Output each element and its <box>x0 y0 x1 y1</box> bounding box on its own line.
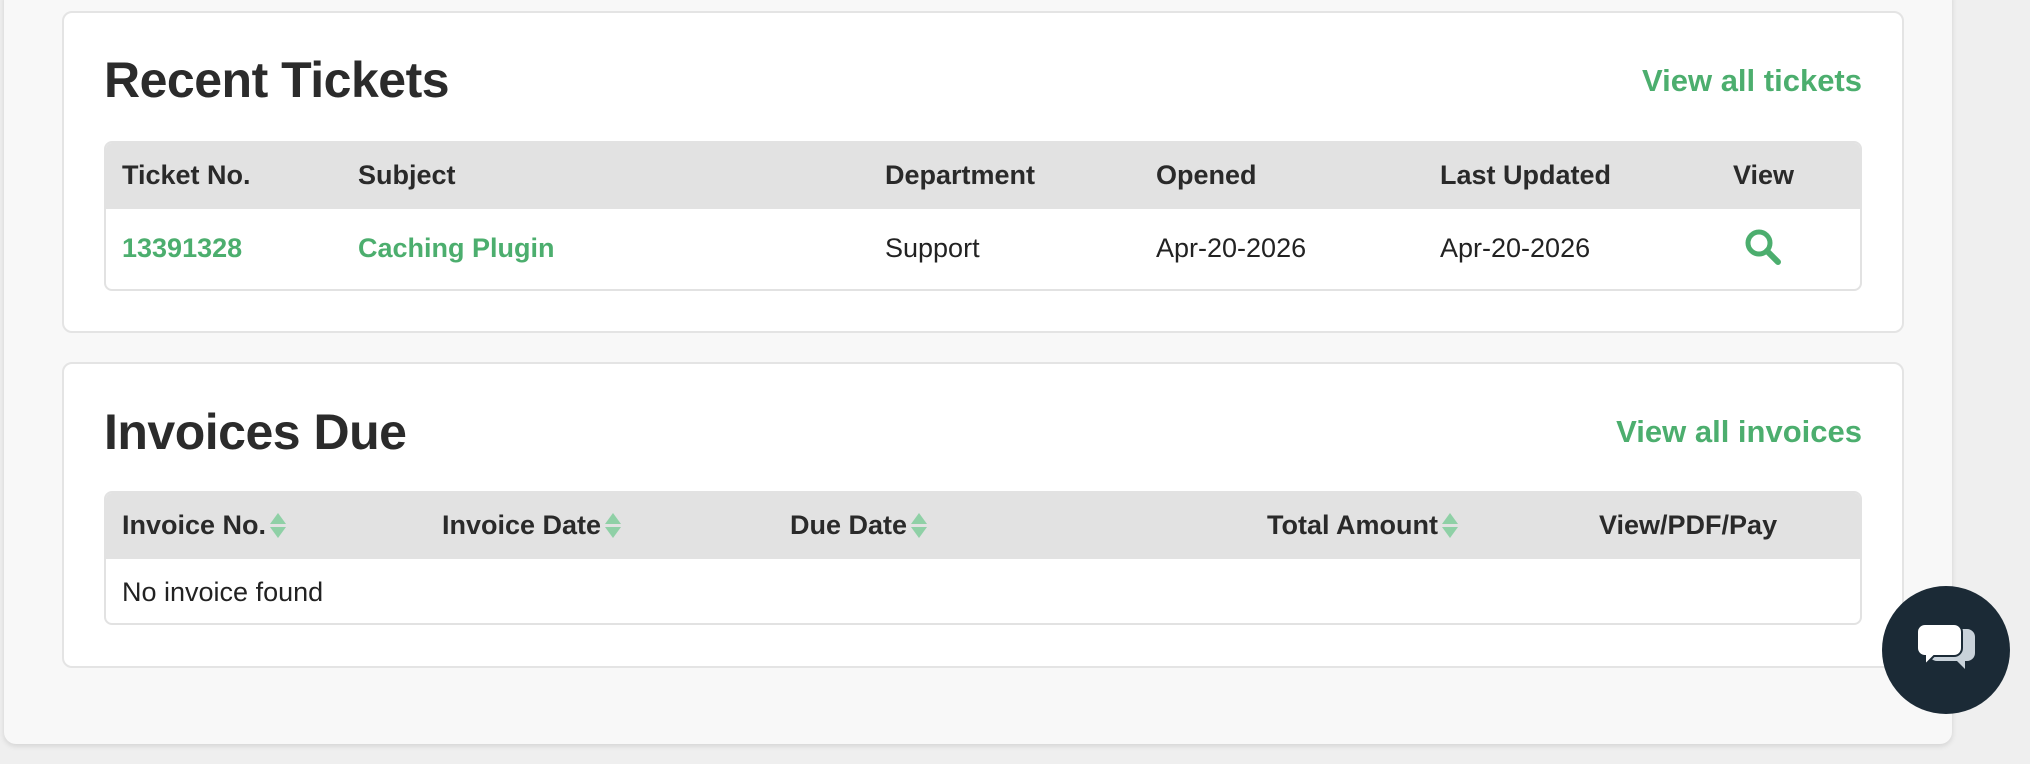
sort-icon[interactable] <box>605 512 622 540</box>
column-due-date[interactable]: Due Date <box>790 510 928 541</box>
view-all-invoices-link[interactable]: View all invoices <box>1616 414 1862 450</box>
column-due-date-label: Due Date <box>790 510 908 540</box>
column-opened: Opened <box>1156 160 1257 190</box>
column-last-updated: Last Updated <box>1440 160 1612 190</box>
tickets-table: Ticket No. Subject Department Opened Las… <box>104 141 1862 291</box>
column-total-amount[interactable]: Total Amount <box>1267 510 1458 541</box>
column-subject: Subject <box>358 160 456 190</box>
recent-tickets-card: Recent Tickets View all tickets Ticket N… <box>62 11 1904 333</box>
ticket-last-updated-date: Apr-20-2026 <box>1440 233 1591 263</box>
column-department: Department <box>885 160 1036 190</box>
recent-tickets-title: Recent Tickets <box>104 52 450 108</box>
empty-invoices-message: No invoice found <box>122 577 324 607</box>
ticket-opened-date: Apr-20-2026 <box>1156 233 1307 263</box>
chat-widget-button[interactable] <box>1882 586 2010 714</box>
chat-bubbles-icon <box>1915 622 1977 678</box>
column-view: View <box>1733 160 1795 190</box>
sort-icon[interactable] <box>1441 512 1458 540</box>
invoices-table: Invoice No. Invoice Date Due Date Total … <box>104 491 1862 625</box>
column-invoice-date[interactable]: Invoice Date <box>442 510 622 541</box>
column-ticket-no: Ticket No. <box>122 160 251 190</box>
tickets-table-header: Ticket No. Subject Department Opened Las… <box>106 143 1860 209</box>
ticket-number-link[interactable]: 13391328 <box>122 233 242 264</box>
view-all-tickets-link[interactable]: View all tickets <box>1642 63 1862 99</box>
column-invoice-no-label: Invoice No. <box>122 510 267 540</box>
ticket-department: Support <box>885 233 980 263</box>
column-view-pdf-pay: View/PDF/Pay <box>1599 510 1778 540</box>
column-invoice-date-label: Invoice Date <box>442 510 602 540</box>
dashboard-page: Recent Tickets View all tickets Ticket N… <box>4 0 1952 744</box>
invoices-due-card: Invoices Due View all invoices Invoice N… <box>62 362 1904 668</box>
invoices-due-title: Invoices Due <box>104 404 407 460</box>
column-total-amount-label: Total Amount <box>1267 510 1438 540</box>
sort-icon[interactable] <box>911 512 928 540</box>
sort-icon[interactable] <box>270 512 287 540</box>
ticket-subject-link[interactable]: Caching Plugin <box>358 233 555 264</box>
search-icon[interactable] <box>1743 227 1783 267</box>
column-invoice-no[interactable]: Invoice No. <box>122 510 287 541</box>
invoices-table-header: Invoice No. Invoice Date Due Date Total … <box>106 493 1860 559</box>
